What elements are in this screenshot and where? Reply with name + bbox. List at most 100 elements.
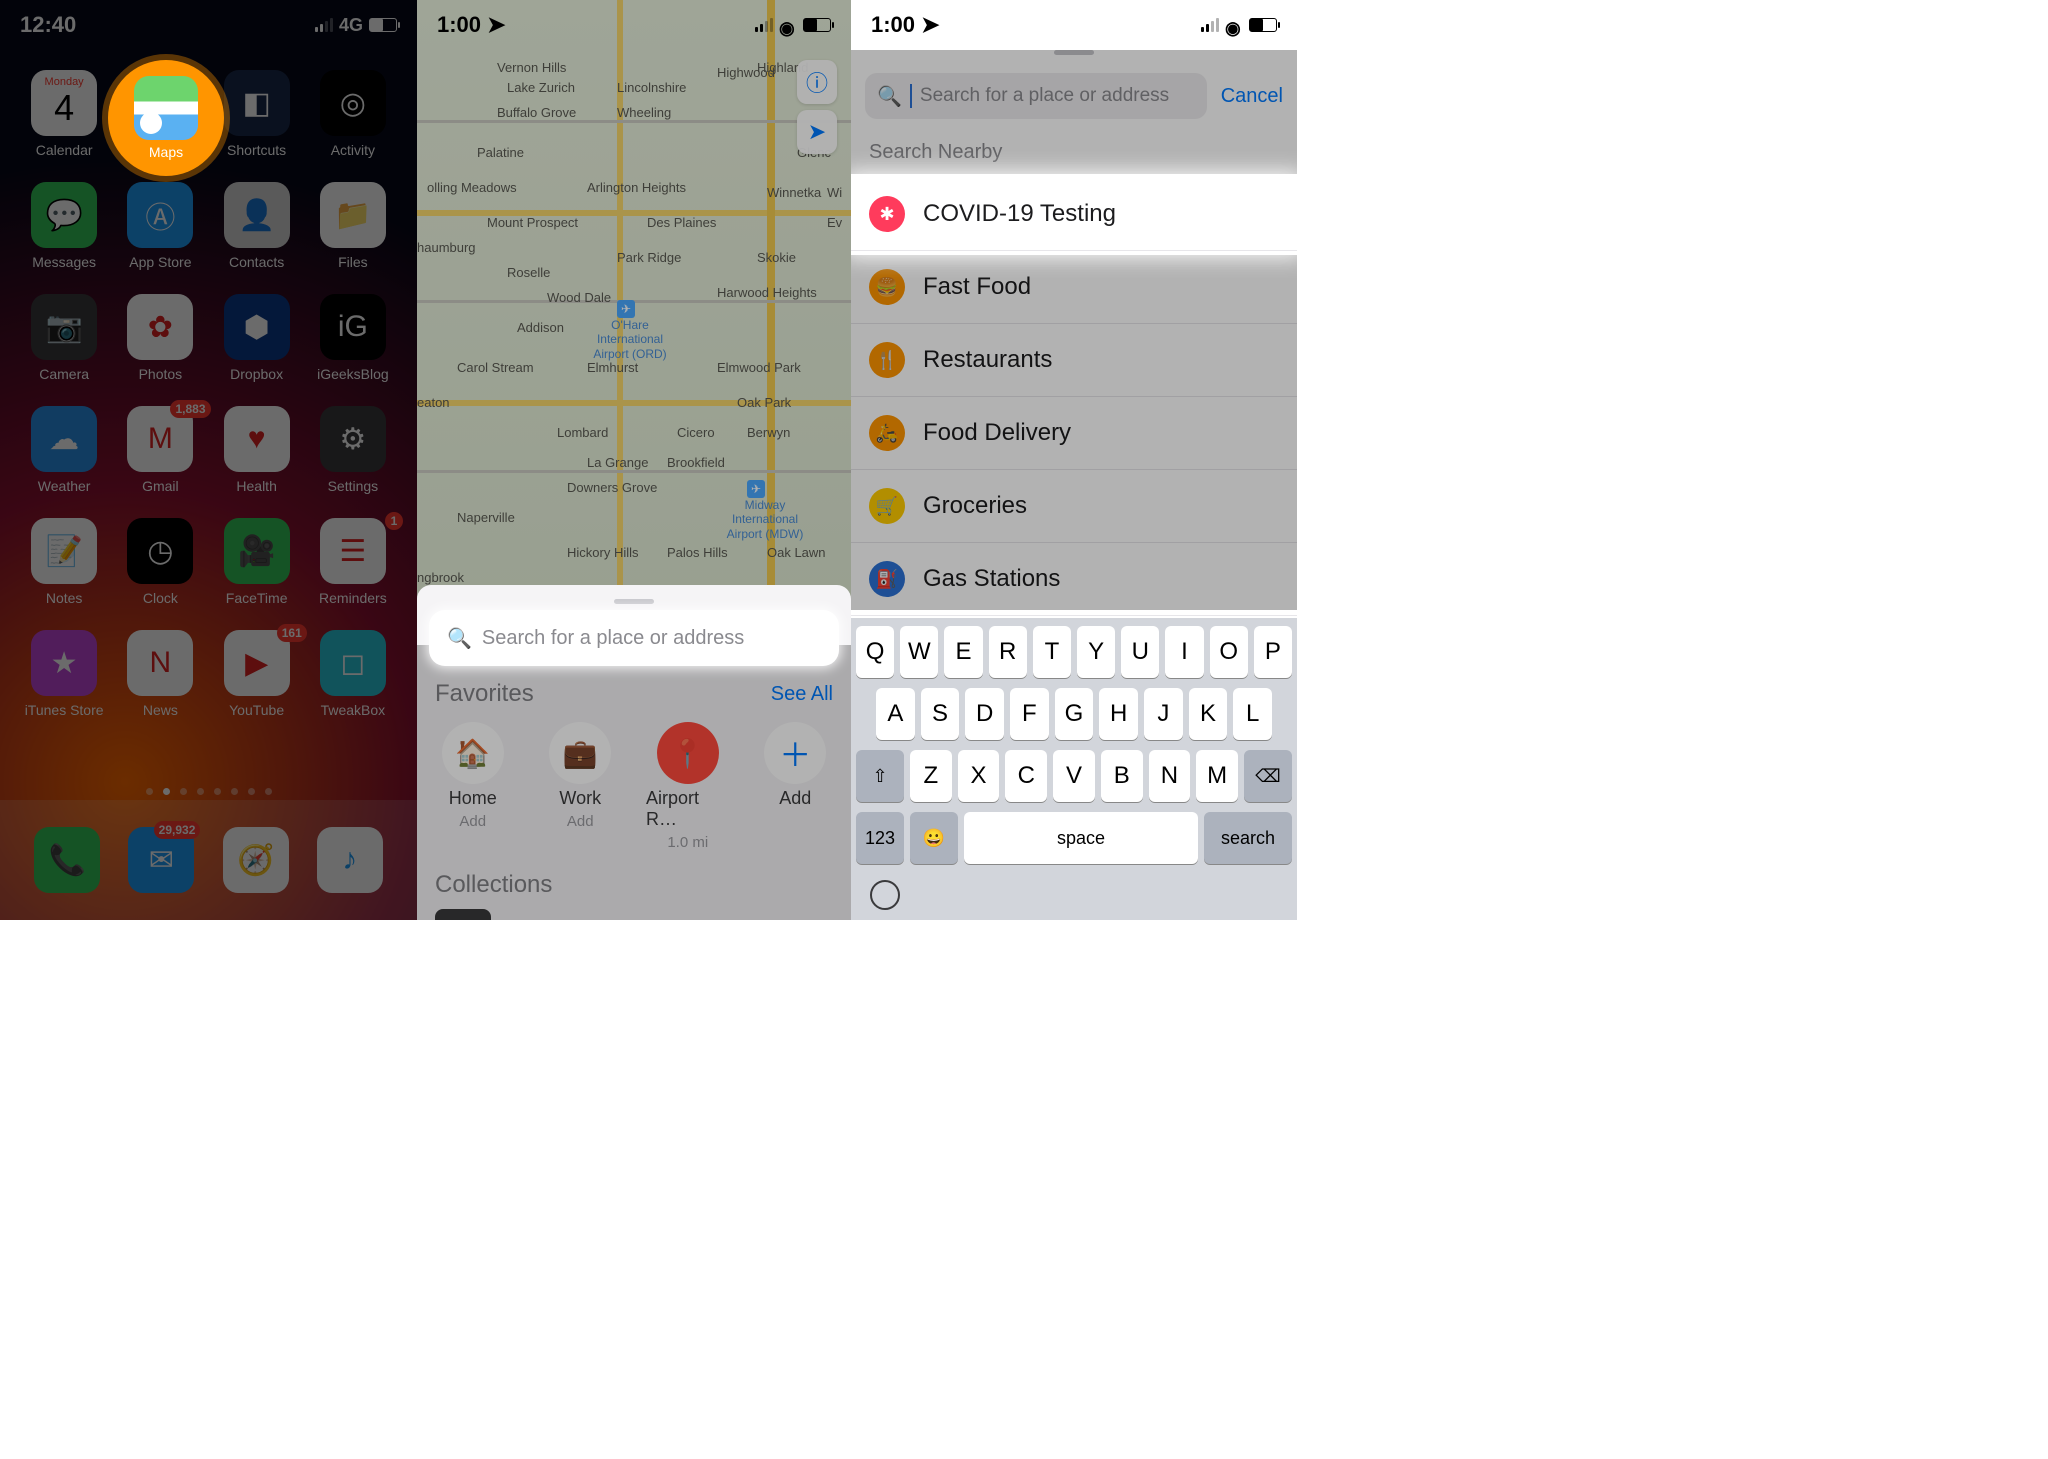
- maps-app-highlight[interactable]: Maps: [108, 60, 224, 176]
- key-D[interactable]: D: [965, 688, 1004, 740]
- app-dropbox[interactable]: ⬢Dropbox: [213, 294, 301, 382]
- category-medical[interactable]: ✱COVID-19 Testing: [851, 178, 1297, 251]
- app-calendar[interactable]: Monday4Calendar: [20, 70, 108, 158]
- key-R[interactable]: R: [989, 626, 1027, 678]
- map-place-label: Palatine: [477, 145, 524, 160]
- key-M[interactable]: M: [1196, 750, 1238, 802]
- search-input[interactable]: 🔍 Search for a place or address: [865, 73, 1207, 119]
- map-place-label: Park Ridge: [617, 250, 681, 265]
- map-place-label: olling Meadows: [427, 180, 517, 195]
- favorite-pin[interactable]: 📍Airport R…1.0 mi: [646, 722, 730, 851]
- key-space[interactable]: space: [964, 812, 1198, 864]
- app-label: Health: [236, 478, 276, 494]
- battery-icon: [1249, 18, 1277, 32]
- key-P[interactable]: P: [1254, 626, 1292, 678]
- app-photos[interactable]: ✿Photos: [116, 294, 204, 382]
- cancel-button[interactable]: Cancel: [1221, 85, 1283, 108]
- key-U[interactable]: U: [1121, 626, 1159, 678]
- dock-app-phone[interactable]: 📞: [34, 827, 100, 893]
- app-contacts[interactable]: 👤Contacts: [213, 182, 301, 270]
- category-burger[interactable]: 🍔Fast Food: [851, 251, 1297, 324]
- key-O[interactable]: O: [1210, 626, 1248, 678]
- key-G[interactable]: G: [1055, 688, 1094, 740]
- key-A[interactable]: A: [876, 688, 915, 740]
- category-cart[interactable]: 🛒Groceries: [851, 470, 1297, 543]
- app-reminders[interactable]: ☰1Reminders: [309, 518, 397, 606]
- key-F[interactable]: F: [1010, 688, 1049, 740]
- key-emoji[interactable]: 😀: [910, 812, 958, 864]
- status-time: 1:00: [871, 12, 915, 37]
- search-bar[interactable]: 🔍 Search for a place or address: [433, 614, 835, 662]
- wifi-icon: ◉: [1225, 18, 1243, 32]
- category-gas[interactable]: ⛽Gas Stations: [851, 543, 1297, 616]
- key-Y[interactable]: Y: [1077, 626, 1115, 678]
- favorite-home[interactable]: 🏠HomeAdd: [431, 722, 515, 851]
- app-notes[interactable]: 📝Notes: [20, 518, 108, 606]
- key-shift[interactable]: ⇧: [856, 750, 904, 802]
- map-location-button[interactable]: ➤: [797, 110, 837, 154]
- favorite-add[interactable]: ＋Add: [754, 722, 838, 851]
- app-weather[interactable]: ☁Weather: [20, 406, 108, 494]
- app-shortcuts[interactable]: ◧Shortcuts: [213, 70, 301, 158]
- favorite-work[interactable]: 💼WorkAdd: [539, 722, 623, 851]
- key-V[interactable]: V: [1053, 750, 1095, 802]
- app-youtube[interactable]: ▶161YouTube: [213, 630, 301, 718]
- fork-icon: 🍴: [869, 342, 905, 378]
- category-fork[interactable]: 🍴Restaurants: [851, 324, 1297, 397]
- collection-name[interactable]: My Places: [505, 916, 606, 920]
- map-place-label: Oak Lawn: [767, 545, 826, 560]
- app-health[interactable]: ♥Health: [213, 406, 301, 494]
- sheet-grabber[interactable]: [614, 599, 654, 604]
- key-K[interactable]: K: [1189, 688, 1228, 740]
- page-indicator[interactable]: [0, 788, 417, 795]
- globe-icon[interactable]: [870, 880, 900, 910]
- clock-icon: ◷: [127, 518, 193, 584]
- app-tweakbox[interactable]: ◻TweakBox: [309, 630, 397, 718]
- map-place-label: haumburg: [417, 240, 476, 255]
- key-123[interactable]: 123: [856, 812, 904, 864]
- sheet-grabber[interactable]: [1054, 50, 1094, 55]
- app-files[interactable]: 📁Files: [309, 182, 397, 270]
- dock-app-safari[interactable]: 🧭: [223, 827, 289, 893]
- see-all-link[interactable]: See All: [771, 683, 833, 706]
- app-appstore[interactable]: ⒶApp Store: [116, 182, 204, 270]
- app-igeeks[interactable]: iGiGeeksBlog: [309, 294, 397, 382]
- app-clock[interactable]: ◷Clock: [116, 518, 204, 606]
- key-J[interactable]: J: [1144, 688, 1183, 740]
- battery-icon: [369, 18, 397, 32]
- dock-app-music[interactable]: ♪: [317, 827, 383, 893]
- airport-icon[interactable]: ✈: [617, 300, 635, 318]
- key-L[interactable]: L: [1233, 688, 1272, 740]
- key-B[interactable]: B: [1101, 750, 1143, 802]
- key-I[interactable]: I: [1165, 626, 1203, 678]
- category-delivery[interactable]: 🛵Food Delivery: [851, 397, 1297, 470]
- map-info-button[interactable]: ⓘ: [797, 60, 837, 104]
- key-S[interactable]: S: [921, 688, 960, 740]
- app-messages[interactable]: 💬Messages: [20, 182, 108, 270]
- app-label: Activity: [331, 142, 375, 158]
- maps-bottom-sheet[interactable]: 🔍 Search for a place or address Favorite…: [417, 585, 851, 920]
- app-activity[interactable]: ◎Activity: [309, 70, 397, 158]
- key-H[interactable]: H: [1099, 688, 1138, 740]
- badge: 1: [385, 512, 403, 530]
- key-Q[interactable]: Q: [856, 626, 894, 678]
- key-C[interactable]: C: [1005, 750, 1047, 802]
- dock-app-mail[interactable]: ✉29,932: [128, 827, 194, 893]
- key-N[interactable]: N: [1149, 750, 1191, 802]
- app-news[interactable]: NNews: [116, 630, 204, 718]
- app-camera[interactable]: 📷Camera: [20, 294, 108, 382]
- key-X[interactable]: X: [958, 750, 1000, 802]
- itunes-icon: ★: [31, 630, 97, 696]
- airport-icon[interactable]: ✈: [747, 480, 765, 498]
- key-Z[interactable]: Z: [910, 750, 952, 802]
- key-T[interactable]: T: [1033, 626, 1071, 678]
- app-itunes[interactable]: ★iTunes Store: [20, 630, 108, 718]
- app-settings[interactable]: ⚙Settings: [309, 406, 397, 494]
- app-facetime[interactable]: 🎥FaceTime: [213, 518, 301, 606]
- key-E[interactable]: E: [944, 626, 982, 678]
- key-search[interactable]: search: [1204, 812, 1292, 864]
- app-label: TweakBox: [321, 702, 386, 718]
- app-gmail[interactable]: M1,883Gmail: [116, 406, 204, 494]
- key-backspace[interactable]: ⌫: [1244, 750, 1292, 802]
- key-W[interactable]: W: [900, 626, 938, 678]
